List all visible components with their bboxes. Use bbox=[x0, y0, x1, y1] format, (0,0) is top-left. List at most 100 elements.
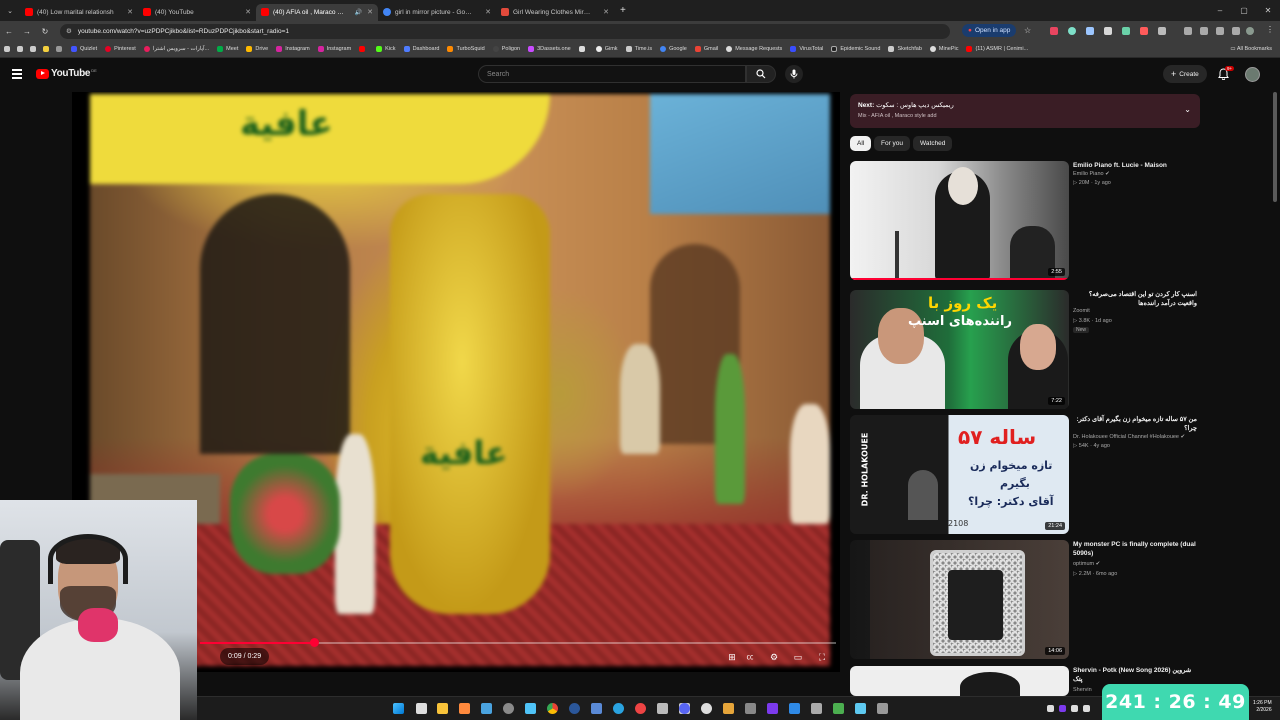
bookmark-asmr[interactable]: (11) ASMR | Cenimi... bbox=[966, 46, 1028, 52]
channel-name[interactable]: Shervin bbox=[1073, 687, 1092, 693]
bookmark-pinterest[interactable]: Pinterest bbox=[105, 46, 136, 52]
bookmark-icon-3[interactable] bbox=[43, 46, 52, 52]
extension-5-icon[interactable] bbox=[1122, 27, 1130, 35]
audio-playing-icon[interactable]: 🔊 bbox=[355, 9, 362, 16]
bookmark-youtube[interactable] bbox=[359, 46, 368, 52]
app-icon-7[interactable] bbox=[525, 703, 536, 714]
word-app-icon[interactable] bbox=[569, 703, 580, 714]
app-icon-20[interactable] bbox=[789, 703, 800, 714]
telegram-app-icon[interactable] bbox=[613, 703, 624, 714]
extension-3-icon[interactable] bbox=[1086, 27, 1094, 35]
recommended-video-2[interactable]: یک روز با راننده‌های اسنپ 7:22 اسنپ کار … bbox=[850, 290, 1200, 410]
settings-gear-icon[interactable]: ⚙ bbox=[768, 651, 780, 663]
bookmark-icon-2[interactable] bbox=[30, 46, 39, 52]
chrome-app-icon[interactable] bbox=[547, 703, 558, 714]
voice-search-button[interactable] bbox=[785, 65, 803, 83]
tab-5[interactable]: Girl Wearing Clothes Mirror Sel ✕ bbox=[496, 4, 614, 21]
bookmark-gmail[interactable]: Gmail bbox=[694, 46, 718, 52]
app-icon-5[interactable] bbox=[481, 703, 492, 714]
bookmark-dashboard[interactable]: Dashboard bbox=[403, 46, 439, 52]
open-in-app-button[interactable]: ● Open in app bbox=[962, 24, 1017, 37]
recommended-video-3[interactable]: DR. HOLAKOUEE ۵۷ ساله تازه میخوام زن بگی… bbox=[850, 415, 1200, 535]
system-clock[interactable]: 1:26 PM 2/2026 bbox=[1253, 700, 1272, 714]
create-button[interactable]: + Create bbox=[1163, 65, 1207, 83]
discord-app-icon[interactable] bbox=[679, 703, 690, 714]
video-thumbnail[interactable]: DR. HOLAKOUEE ۵۷ ساله تازه میخوام زن بگی… bbox=[850, 415, 1069, 534]
chip-all[interactable]: All bbox=[850, 136, 872, 151]
bookmark-instagram-1[interactable]: Instagram bbox=[276, 46, 310, 52]
bookmark-google[interactable]: Google bbox=[660, 46, 687, 52]
search-button[interactable] bbox=[746, 65, 776, 83]
channel-name[interactable]: Emilio Piano ✔ bbox=[1073, 171, 1110, 177]
bookmark-icon-4[interactable] bbox=[56, 46, 65, 52]
maximize-icon[interactable]: ▢ bbox=[1232, 6, 1256, 15]
app-icon-23[interactable] bbox=[855, 703, 866, 714]
extension-8-icon[interactable] bbox=[1200, 27, 1208, 35]
settings-app-icon[interactable] bbox=[503, 703, 514, 714]
app-icon-12[interactable] bbox=[635, 703, 646, 714]
video-title[interactable]: من ۵۷ ساله تازه میخوام زن بگیرم آقای دکت… bbox=[1073, 415, 1198, 433]
channel-name[interactable]: optimum ✔ bbox=[1073, 561, 1100, 567]
menu-hamburger-icon[interactable] bbox=[12, 69, 22, 81]
tab-close-icon[interactable]: ✕ bbox=[127, 8, 133, 16]
calculator-app-icon[interactable] bbox=[657, 703, 668, 714]
bookmark-apps-icon[interactable] bbox=[4, 46, 13, 52]
tab-search-icon[interactable]: ⌄ bbox=[0, 7, 20, 15]
tab-close-icon[interactable]: ✕ bbox=[245, 8, 251, 16]
video-thumbnail[interactable]: 2:55 bbox=[850, 161, 1069, 280]
bookmark-virustotal[interactable]: VirusTotal bbox=[790, 46, 823, 52]
video-title[interactable]: Shervin - Potk (New Song 2026) شروین پتک bbox=[1073, 666, 1197, 684]
chevron-down-icon[interactable]: ⌄ bbox=[1184, 105, 1191, 114]
start-windows-icon[interactable] bbox=[393, 703, 404, 714]
bookmark-drive[interactable]: Drive bbox=[246, 46, 268, 52]
tray-icon-4[interactable] bbox=[1083, 705, 1090, 712]
file-explorer-icon[interactable] bbox=[437, 703, 448, 714]
video-thumbnail[interactable] bbox=[850, 666, 1069, 696]
bookmark-instagram-2[interactable]: Instagram bbox=[317, 46, 351, 52]
reload-icon[interactable]: ↻ bbox=[36, 27, 54, 36]
all-bookmarks[interactable]: ▭ All Bookmarks bbox=[1230, 46, 1272, 52]
bookmark-kick[interactable]: Kick bbox=[376, 46, 396, 52]
extension-2-icon[interactable] bbox=[1068, 27, 1076, 35]
video-title[interactable]: اسنپ کار کردن تو این اقتصاد می‌صرفه؟ واق… bbox=[1073, 290, 1197, 308]
extension-7-icon[interactable] bbox=[1184, 27, 1192, 35]
chip-watched[interactable]: Watched bbox=[913, 136, 953, 151]
new-tab-button[interactable]: + bbox=[620, 5, 626, 16]
channel-name[interactable]: Zoomit bbox=[1073, 308, 1090, 314]
profile-avatar-icon[interactable] bbox=[1246, 27, 1254, 35]
bookmark-minepic[interactable]: MinePic bbox=[929, 46, 958, 52]
bookmark-sketchfab[interactable]: Sketchfab bbox=[888, 46, 922, 52]
extension-4-icon[interactable] bbox=[1104, 27, 1112, 35]
bookmark-message-requests[interactable]: Message Requests bbox=[726, 46, 782, 52]
bookmark-epidemic-sound[interactable]: Epidemic Sound bbox=[831, 46, 880, 52]
chip-for-you[interactable]: For you bbox=[874, 136, 911, 151]
recommended-video-1[interactable]: 2:55 Emilio Piano ft. Lucie - Maison Emi… bbox=[850, 161, 1200, 281]
extension-1-icon[interactable] bbox=[1050, 27, 1058, 35]
next-up-box[interactable]: Next: ریمیکس دیپ هاوس : سکوت Mix - AFIA … bbox=[850, 94, 1200, 128]
r-app-icon[interactable] bbox=[767, 703, 778, 714]
app-icon-21[interactable] bbox=[811, 703, 822, 714]
bookmark-icon-1[interactable] bbox=[17, 46, 26, 52]
tab-close-icon[interactable]: ✕ bbox=[485, 8, 491, 16]
close-window-icon[interactable]: ✕ bbox=[1256, 6, 1280, 15]
video-thumbnail[interactable]: 14:06 bbox=[850, 540, 1069, 659]
video-title[interactable]: Emilio Piano ft. Lucie - Maison bbox=[1073, 161, 1197, 170]
extension-9-icon[interactable] bbox=[1216, 27, 1224, 35]
search-app-icon[interactable] bbox=[459, 703, 470, 714]
bookmark-meet[interactable]: Meet bbox=[217, 46, 238, 52]
page-scrollbar[interactable] bbox=[1273, 92, 1277, 202]
tab-close-icon[interactable]: ✕ bbox=[367, 8, 373, 16]
extensions-puzzle-icon[interactable] bbox=[1158, 27, 1166, 35]
task-view-icon[interactable] bbox=[416, 703, 427, 714]
video-progress-bar[interactable] bbox=[200, 642, 836, 644]
minimize-icon[interactable]: – bbox=[1208, 6, 1232, 15]
search-input[interactable]: Search bbox=[478, 65, 746, 83]
account-avatar[interactable] bbox=[1245, 67, 1260, 82]
bookmark-3dassets[interactable]: 3Dassets.one bbox=[528, 46, 571, 52]
autoplay-toggle-icon[interactable]: ⊞ bbox=[726, 651, 738, 663]
channel-name[interactable]: Dr. Holakouee Official Channel #Holakoue… bbox=[1073, 434, 1185, 440]
bookmark-turbosquid[interactable]: TurboSquid bbox=[447, 46, 485, 52]
tab-2[interactable]: (40) YouTube ✕ bbox=[138, 4, 256, 21]
steam-app-icon[interactable] bbox=[591, 703, 602, 714]
address-bar[interactable]: ⚙ youtube.com/watch?v=uzPDPCjikbo&list=R… bbox=[60, 23, 950, 39]
